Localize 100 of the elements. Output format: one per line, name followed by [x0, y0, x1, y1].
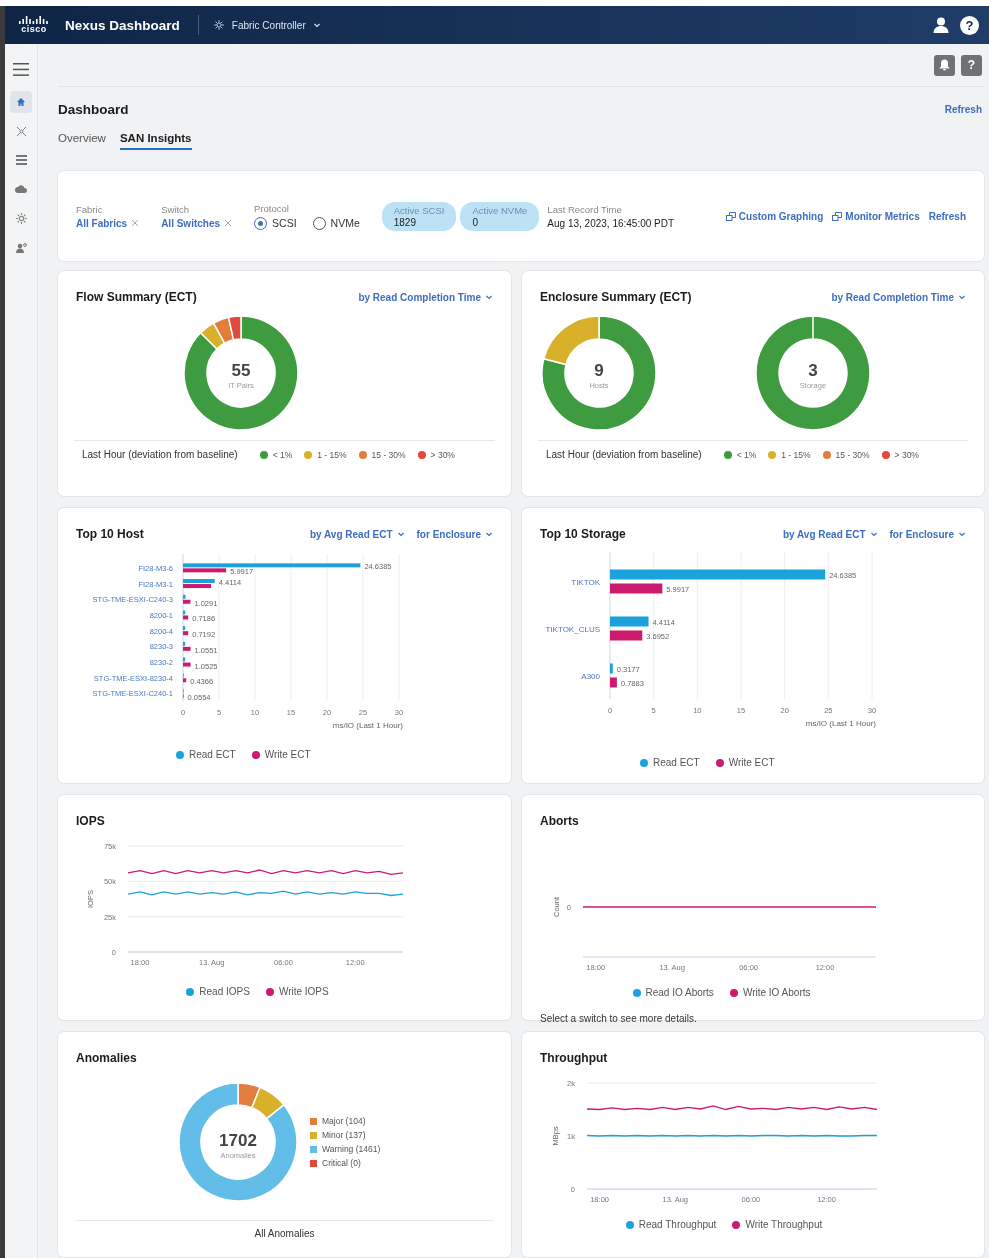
donut-count: 1702 — [219, 1131, 257, 1150]
filter-value-link[interactable]: All Fabrics — [76, 217, 128, 229]
legend-label: Read Throughput — [638, 1219, 717, 1230]
link[interactable]: Monitor Metrics — [832, 210, 920, 222]
cloud-icon — [15, 185, 27, 193]
filter-label: Fabric — [76, 203, 104, 215]
filter-label: Protocol — [254, 202, 290, 214]
card-title: Aborts — [540, 814, 579, 828]
caret-icon — [958, 530, 966, 538]
card-title: IOPS — [76, 814, 105, 828]
pill-label: Active NVMe — [472, 204, 528, 216]
axis-title: ms/IO (Last 1 Hour) — [805, 719, 876, 728]
donut-count: 55 — [231, 361, 251, 380]
notifications-button[interactable] — [934, 54, 955, 76]
legend-label: Write Throughput — [745, 1219, 823, 1230]
footer-label: All Anomalies — [254, 1228, 315, 1239]
legend-label: Write IO Aborts — [742, 987, 811, 998]
bar — [610, 677, 617, 688]
refresh-link[interactable]: Refresh — [944, 104, 982, 115]
window-icon — [832, 211, 843, 221]
category-label[interactable]: TIKTOK — [571, 577, 600, 587]
product-name: Nexus Dashboard — [65, 17, 180, 33]
axis-title: ms/IO (Last 1 Hour) — [332, 721, 403, 731]
legend-label: Read IO Aborts — [645, 987, 714, 998]
radio-option[interactable]: NVMe — [312, 216, 360, 230]
close-icon[interactable] — [224, 219, 233, 227]
dropdown-selector[interactable]: by Read Completion Time — [358, 291, 493, 303]
legend-label: Write ECT — [264, 749, 311, 761]
caret-icon — [485, 530, 493, 538]
logo-icon — [19, 16, 49, 24]
bar — [610, 630, 643, 641]
caret-icon — [485, 293, 493, 301]
footer-label: Last Hour (deviation from baseline) — [82, 449, 238, 460]
home-icon — [16, 97, 26, 107]
dropdown-selector[interactable]: for Enclosure — [416, 528, 493, 540]
legend-label: 1 - 15% — [781, 449, 811, 460]
user-settings-icon — [15, 241, 27, 253]
category-label[interactable]: A300 — [581, 671, 600, 681]
refresh-link[interactable]: Refresh — [928, 210, 966, 222]
nav-item[interactable] — [10, 91, 32, 113]
legend-label: Read ECT — [653, 757, 700, 768]
logo-text: cisco — [21, 25, 47, 34]
page-title: Dashboard — [58, 102, 129, 117]
legend-label: Critical (0) — [322, 1158, 361, 1168]
menu-icon — [13, 62, 29, 76]
app-switcher[interactable]: Fabric Controller — [212, 19, 321, 31]
pill-value: 1829 — [393, 216, 417, 228]
network-icon — [212, 19, 225, 31]
legend-label: 1 - 15% — [317, 449, 347, 460]
card-title: Top 10 Host — [76, 527, 144, 541]
filter-label: Last Record Time — [547, 203, 623, 215]
window-icon — [725, 211, 736, 221]
list-icon — [15, 155, 27, 165]
card-title: Enclosure Summary (ECT) — [540, 290, 692, 304]
close-icon[interactable] — [131, 219, 140, 227]
bell-icon — [939, 59, 950, 71]
caret-icon — [869, 530, 878, 538]
legend-label: 15 - 30% — [835, 449, 870, 460]
legend-label: Warning (1461) — [322, 1144, 381, 1154]
dropdown-selector[interactable]: by Avg Read ECT — [309, 528, 405, 540]
help-button[interactable]: ? — [961, 54, 982, 76]
legend-label: < 1% — [272, 449, 293, 460]
legend-label: < 1% — [736, 449, 757, 460]
filter-label: Switch — [161, 203, 191, 215]
tab[interactable]: Overview — [58, 132, 106, 150]
help-button[interactable]: ? — [960, 15, 979, 35]
legend-label: Minor (137) — [322, 1130, 366, 1140]
legend-label: > 30% — [894, 449, 919, 460]
tab[interactable]: SAN Insights — [119, 132, 192, 150]
card-title: Anomalies — [76, 1051, 137, 1065]
link[interactable]: Custom Graphing — [725, 210, 824, 222]
card-title: Flow Summary (ECT) — [76, 290, 197, 304]
legend-label: Write ECT — [728, 757, 775, 768]
legend-label: Read IOPS — [199, 986, 250, 997]
category-label[interactable]: TIKTOK_CLUS — [545, 624, 600, 634]
caret-icon — [958, 293, 966, 301]
legend-label: Read ECT — [189, 749, 236, 761]
filter-value-link[interactable]: All Switches — [161, 217, 221, 229]
pill-label: Active SCSI — [393, 204, 445, 216]
caret-icon — [396, 530, 405, 538]
legend-label: 15 - 30% — [371, 449, 406, 460]
dropdown-selector[interactable]: by Avg Read ECT — [782, 528, 878, 540]
legend-label: > 30% — [430, 449, 455, 460]
caret-icon — [312, 21, 321, 29]
user-icon[interactable] — [932, 16, 950, 34]
legend-label: Major (104) — [322, 1116, 366, 1126]
legend-label: Write IOPS — [278, 986, 329, 997]
topology-icon — [15, 125, 27, 137]
donut-count: 9 — [594, 361, 604, 380]
dropdown-selector[interactable]: by Read Completion Time — [831, 291, 966, 303]
radio-option[interactable]: SCSI — [254, 216, 297, 230]
bar — [610, 583, 663, 594]
timestamp: Aug 13, 2023, 16:45:00 PDT — [547, 217, 675, 229]
settings-icon — [15, 212, 27, 224]
card-title: Throughput — [540, 1051, 608, 1065]
bar — [610, 616, 649, 627]
dropdown-selector[interactable]: for Enclosure — [889, 528, 966, 540]
donut-count: 3 — [808, 361, 818, 380]
card-title: Top 10 Storage — [540, 527, 626, 541]
hint-text: Select a switch to see more details. — [540, 1013, 698, 1024]
